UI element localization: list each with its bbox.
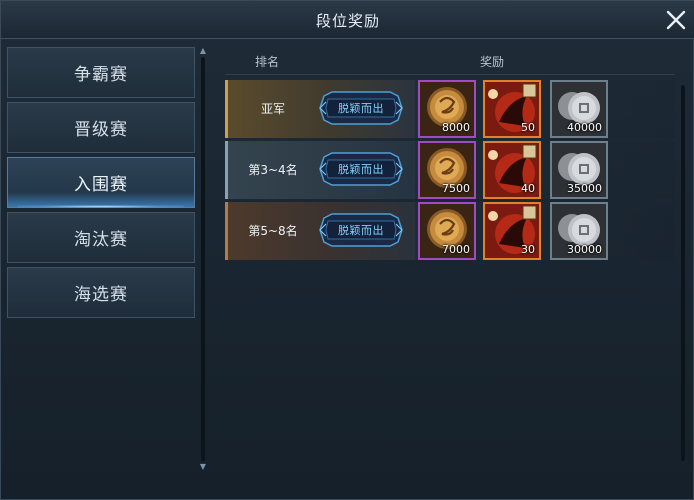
rank-label: 亚军 — [260, 102, 285, 116]
tab-haixuan[interactable]: 海选赛 — [7, 267, 195, 318]
rank-cell: 亚军 脱颖而出 — [225, 80, 415, 138]
tabs-scrollbar[interactable]: ▲ ▼ — [199, 47, 207, 471]
table-row: 亚军 脱颖而出 8000 50 40000 — [225, 80, 675, 138]
reward-quantity: 40000 — [567, 121, 602, 134]
reward-column-header: 奖励 — [480, 55, 505, 69]
rewards-scrollbar[interactable] — [679, 75, 687, 471]
dialog-title: 段位奖励 — [315, 12, 380, 30]
rank-cell: 第3~4名 脱颖而出 — [225, 141, 415, 199]
reward-quantity: 30 — [521, 243, 535, 256]
title-badge: 脱颖而出 — [318, 212, 404, 248]
badge-label: 脱颖而出 — [338, 163, 384, 176]
table-row: 第3~4名 脱颖而出 7500 40 35000 — [225, 141, 675, 199]
rank-cell: 第5~8名 脱颖而出 — [225, 202, 415, 260]
reward-quantity: 50 — [521, 121, 535, 134]
reward-panel: 排名 奖励 亚军 脱颖而出 8000 50 40000 第3~4名 脱颖而出 7… — [225, 45, 675, 471]
reward-quantity: 40 — [521, 182, 535, 195]
close-icon — [666, 10, 686, 30]
tab-ruwei[interactable]: 入围赛 — [7, 157, 195, 208]
table-row: 第5~8名 脱颖而出 7000 30 30000 — [225, 202, 675, 260]
reward-item-warrior-token[interactable]: 40 — [483, 141, 541, 199]
stage-tab-list: 争霸赛 晋级赛 入围赛 淘汰赛 海选赛 — [7, 47, 195, 322]
reward-quantity: 30000 — [567, 243, 602, 256]
rank-label: 第5~8名 — [248, 224, 298, 238]
scroll-up-icon[interactable]: ▲ — [199, 47, 207, 55]
reward-item-silver-coins[interactable]: 35000 — [550, 141, 608, 199]
reward-item-gold-coin[interactable]: 8000 — [418, 80, 476, 138]
badge-label: 脱颖而出 — [338, 102, 384, 115]
reward-item-warrior-token[interactable]: 50 — [483, 80, 541, 138]
rank-reward-dialog: 段位奖励 争霸赛 晋级赛 入围赛 淘汰赛 海选赛 ▲ ▼ 排名 奖励 亚军 脱颖… — [0, 0, 694, 500]
badge-label: 脱颖而出 — [338, 224, 384, 237]
close-button[interactable] — [663, 7, 689, 33]
reward-item-silver-coins[interactable]: 30000 — [550, 202, 608, 260]
reward-quantity: 7500 — [442, 182, 470, 195]
tab-jinji[interactable]: 晋级赛 — [7, 102, 195, 153]
tab-label: 晋级赛 — [74, 120, 128, 140]
title-badge: 脱颖而出 — [318, 90, 404, 126]
tab-label: 淘汰赛 — [74, 230, 128, 250]
scroll-down-icon[interactable]: ▼ — [199, 463, 207, 471]
rank-column-header: 排名 — [255, 55, 280, 69]
title-badge: 脱颖而出 — [318, 151, 404, 187]
reward-item-warrior-token[interactable]: 30 — [483, 202, 541, 260]
table-header: 排名 奖励 — [225, 45, 675, 75]
reward-quantity: 7000 — [442, 243, 470, 256]
rank-label: 第3~4名 — [248, 163, 298, 177]
tab-zhengba[interactable]: 争霸赛 — [7, 47, 195, 98]
reward-quantity: 35000 — [567, 182, 602, 195]
reward-item-gold-coin[interactable]: 7000 — [418, 202, 476, 260]
reward-quantity: 8000 — [442, 121, 470, 134]
tab-taotai[interactable]: 淘汰赛 — [7, 212, 195, 263]
tab-label: 海选赛 — [74, 285, 128, 305]
tab-label: 争霸赛 — [74, 65, 128, 85]
reward-item-silver-coins[interactable]: 40000 — [550, 80, 608, 138]
tab-label: 入围赛 — [74, 175, 128, 195]
scroll-track[interactable] — [201, 57, 205, 461]
title-bar: 段位奖励 — [1, 1, 694, 39]
reward-item-gold-coin[interactable]: 7500 — [418, 141, 476, 199]
scroll-track[interactable] — [681, 85, 685, 461]
